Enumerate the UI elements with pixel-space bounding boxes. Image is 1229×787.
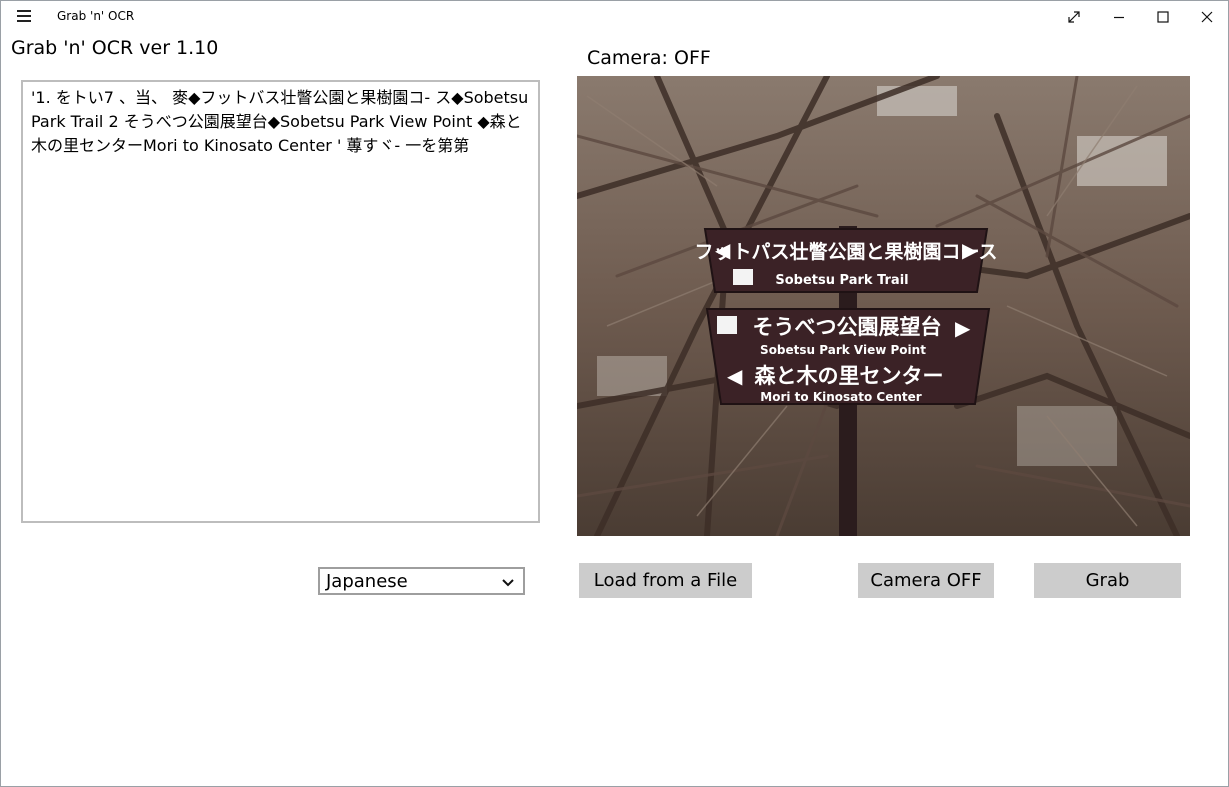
language-dropdown[interactable]: Japanese — [318, 567, 525, 595]
sign-line3-en: Mori to Kinosato Center — [760, 390, 922, 404]
version-label: Grab 'n' OCR ver 1.10 — [11, 37, 219, 59]
app-title: Grab 'n' OCR — [57, 9, 135, 23]
chevron-down-icon — [501, 574, 515, 595]
sign-line1-jp: フットパス壮瞥公園と果樹園コース — [694, 240, 997, 263]
maximize-button[interactable] — [1141, 1, 1185, 32]
close-icon — [1201, 11, 1213, 22]
sign-line3-jp: 森と木の里センター — [755, 364, 944, 388]
load-from-file-button[interactable]: Load from a File — [579, 563, 752, 598]
title-bar: Grab 'n' OCR — [1, 1, 1228, 32]
captured-photo: フットパス壮瞥公園と果樹園コース ◀ ▶ Sobetsu Park Trail … — [577, 76, 1190, 536]
ocr-result-textarea[interactable]: '1. をトい7 、当、 麥◆フットバス壮瞥公園と果樹園コ- ス◆Sobetsu… — [21, 80, 540, 523]
sign-line2-en: Sobetsu Park View Point — [760, 343, 926, 357]
minimize-icon — [1114, 16, 1124, 18]
maximize-icon — [1157, 10, 1169, 23]
svg-text:◀: ◀ — [727, 364, 743, 388]
svg-text:▶: ▶ — [955, 316, 971, 340]
grab-button[interactable]: Grab — [1034, 563, 1181, 598]
camera-toggle-button[interactable]: Camera OFF — [858, 563, 994, 598]
expand-icon[interactable] — [1052, 1, 1096, 32]
minimize-button[interactable] — [1097, 1, 1141, 32]
close-button[interactable] — [1185, 1, 1229, 32]
svg-text:▶: ▶ — [962, 238, 978, 262]
language-selected-value: Japanese — [326, 570, 408, 592]
camera-status: Camera: OFF — [587, 47, 711, 69]
sign-line2-jp: そうべつ公園展望台 — [753, 315, 942, 339]
hamburger-icon[interactable] — [17, 10, 31, 22]
svg-text:◀: ◀ — [715, 238, 731, 262]
sign-line1-en: Sobetsu Park Trail — [775, 273, 908, 288]
app-window: Grab 'n' OCR Grab 'n' OCR ver 1.10 Camer… — [0, 0, 1229, 787]
